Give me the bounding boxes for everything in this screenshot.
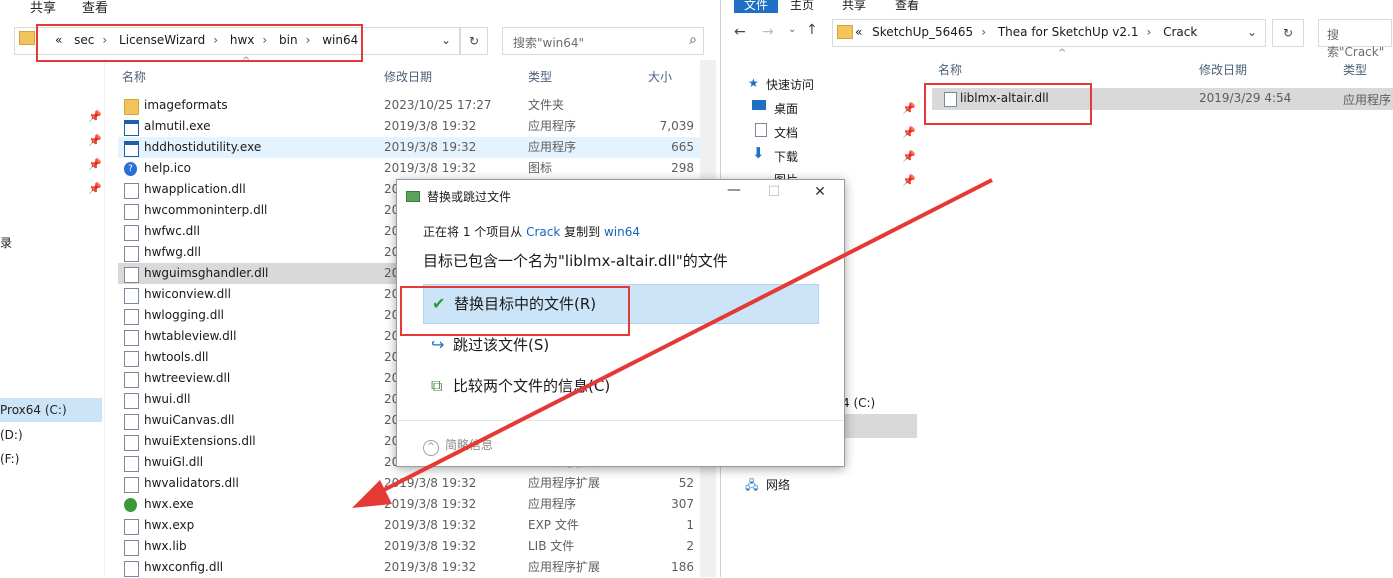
red-arrow-annotation	[352, 178, 993, 508]
arrowhead	[352, 480, 392, 508]
arrow-line	[367, 178, 993, 500]
